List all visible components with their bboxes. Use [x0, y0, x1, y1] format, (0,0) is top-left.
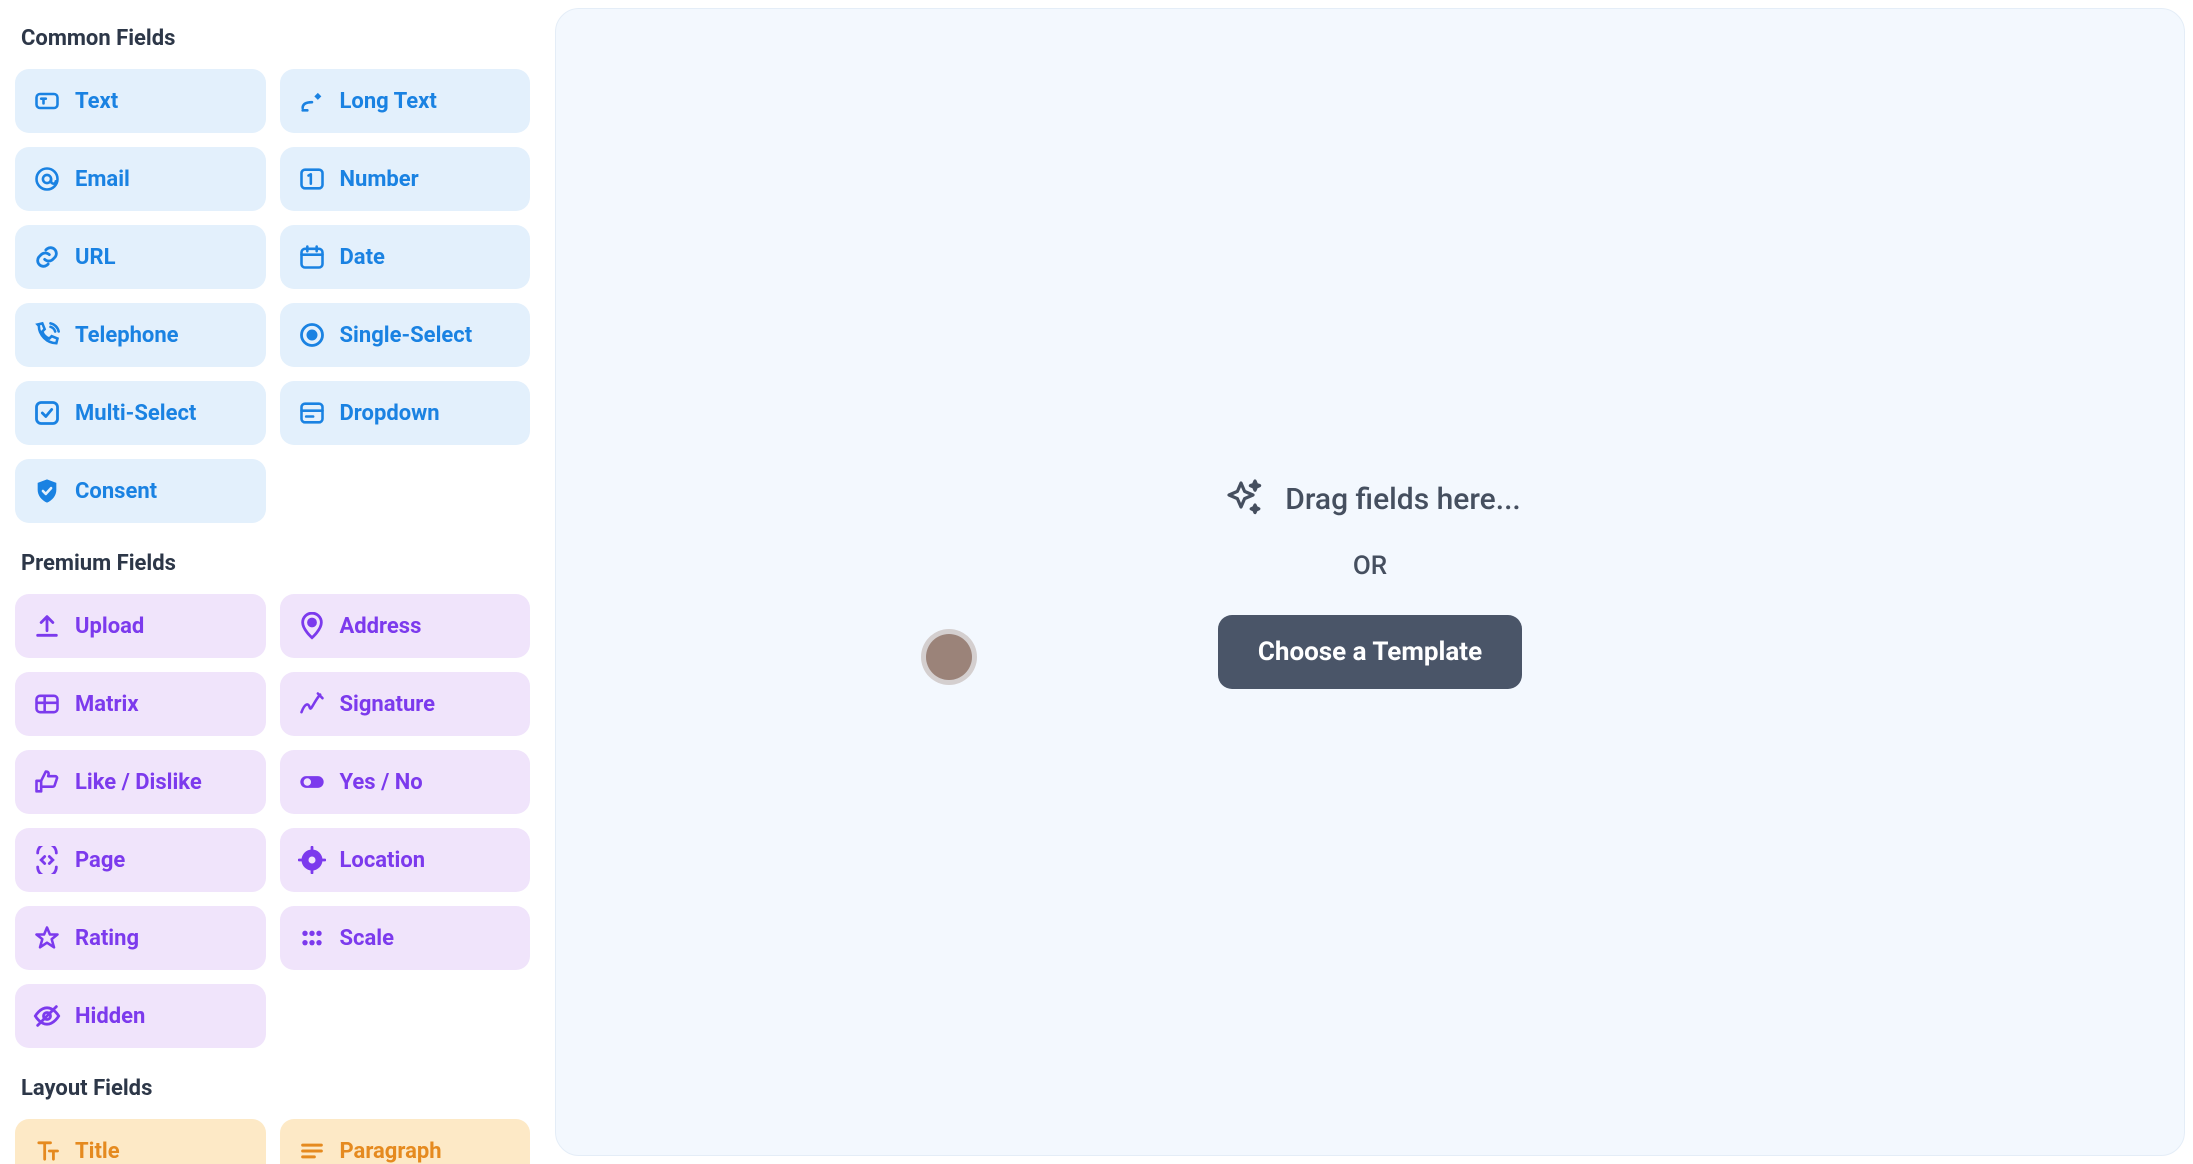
telephone-icon	[33, 321, 61, 349]
field-label: Location	[340, 848, 426, 873]
field-title[interactable]: Title	[15, 1119, 266, 1164]
page-icon	[33, 846, 61, 874]
title-icon	[33, 1137, 61, 1164]
field-page[interactable]: Page	[15, 828, 266, 892]
address-icon	[298, 612, 326, 640]
multi-select-icon	[33, 399, 61, 427]
field-paragraph[interactable]: Paragraph	[280, 1119, 531, 1164]
upload-icon	[33, 612, 61, 640]
field-label: Single-Select	[340, 323, 473, 348]
field-label: Number	[340, 167, 419, 192]
field-dropdown[interactable]: Dropdown	[280, 381, 531, 445]
text-icon	[33, 87, 61, 115]
field-upload[interactable]: Upload	[15, 594, 266, 658]
field-email[interactable]: Email	[15, 147, 266, 211]
field-location[interactable]: Location	[280, 828, 531, 892]
field-matrix[interactable]: Matrix	[15, 672, 266, 736]
matrix-icon	[33, 690, 61, 718]
field-text[interactable]: Text	[15, 69, 266, 133]
signature-icon	[298, 690, 326, 718]
hidden-icon	[33, 1002, 61, 1030]
field-signature[interactable]: Signature	[280, 672, 531, 736]
field-date[interactable]: Date	[280, 225, 531, 289]
section-title-premium: Premium Fields	[21, 551, 530, 576]
field-label: Matrix	[75, 692, 139, 717]
field-address[interactable]: Address	[280, 594, 531, 658]
sparkle-icon	[1219, 475, 1267, 523]
field-label: Text	[75, 89, 118, 114]
rating-icon	[33, 924, 61, 952]
field-label: Address	[340, 614, 422, 639]
premium-fields-grid: Upload Address Matrix Signature Like / D…	[15, 594, 530, 1048]
like-dislike-icon	[33, 768, 61, 796]
field-telephone[interactable]: Telephone	[15, 303, 266, 367]
url-icon	[33, 243, 61, 271]
yes-no-icon	[298, 768, 326, 796]
email-icon	[33, 165, 61, 193]
field-label: Hidden	[75, 1004, 145, 1029]
field-label: Paragraph	[340, 1139, 442, 1164]
field-label: Scale	[340, 926, 394, 951]
field-label: Multi-Select	[75, 401, 196, 426]
field-label: Consent	[75, 479, 157, 504]
form-canvas[interactable]: Drag fields here... OR Choose a Template	[555, 8, 2185, 1156]
scale-icon	[298, 924, 326, 952]
dropdown-icon	[298, 399, 326, 427]
template-button-label: Choose a Template	[1258, 637, 1482, 667]
field-multi-select[interactable]: Multi-Select	[15, 381, 266, 445]
field-label: Title	[75, 1139, 120, 1164]
field-label: Telephone	[75, 323, 179, 348]
layout-fields-grid: Title Paragraph	[15, 1119, 530, 1164]
date-icon	[298, 243, 326, 271]
field-scale[interactable]: Scale	[280, 906, 531, 970]
field-label: Like / Dislike	[75, 770, 202, 795]
cursor-indicator	[926, 634, 972, 680]
choose-template-button[interactable]: Choose a Template	[1218, 615, 1522, 689]
field-like-dislike[interactable]: Like / Dislike	[15, 750, 266, 814]
field-long-text[interactable]: Long Text	[280, 69, 531, 133]
location-icon	[298, 846, 326, 874]
consent-icon	[33, 477, 61, 505]
field-number[interactable]: Number	[280, 147, 531, 211]
field-label: Signature	[340, 692, 436, 717]
fields-sidebar: Common Fields Text Long Text Email Numbe…	[0, 0, 545, 1164]
long-text-icon	[298, 87, 326, 115]
field-single-select[interactable]: Single-Select	[280, 303, 531, 367]
section-title-common: Common Fields	[21, 26, 530, 51]
field-label: Email	[75, 167, 130, 192]
field-label: Yes / No	[340, 770, 423, 795]
drag-text: Drag fields here...	[1285, 482, 1520, 517]
common-fields-grid: Text Long Text Email Number URL Date Tel…	[15, 69, 530, 523]
field-url[interactable]: URL	[15, 225, 266, 289]
field-label: URL	[75, 245, 116, 270]
field-label: Long Text	[340, 89, 437, 114]
field-label: Date	[340, 245, 385, 270]
field-consent[interactable]: Consent	[15, 459, 266, 523]
field-rating[interactable]: Rating	[15, 906, 266, 970]
single-select-icon	[298, 321, 326, 349]
field-label: Page	[75, 848, 125, 873]
field-label: Dropdown	[340, 401, 440, 426]
field-label: Upload	[75, 614, 144, 639]
paragraph-icon	[298, 1137, 326, 1164]
number-icon	[298, 165, 326, 193]
field-yes-no[interactable]: Yes / No	[280, 750, 531, 814]
field-hidden[interactable]: Hidden	[15, 984, 266, 1048]
or-text: OR	[1353, 551, 1387, 581]
drag-hint: Drag fields here...	[1219, 475, 1520, 523]
field-label: Rating	[75, 926, 139, 951]
section-title-layout: Layout Fields	[21, 1076, 530, 1101]
